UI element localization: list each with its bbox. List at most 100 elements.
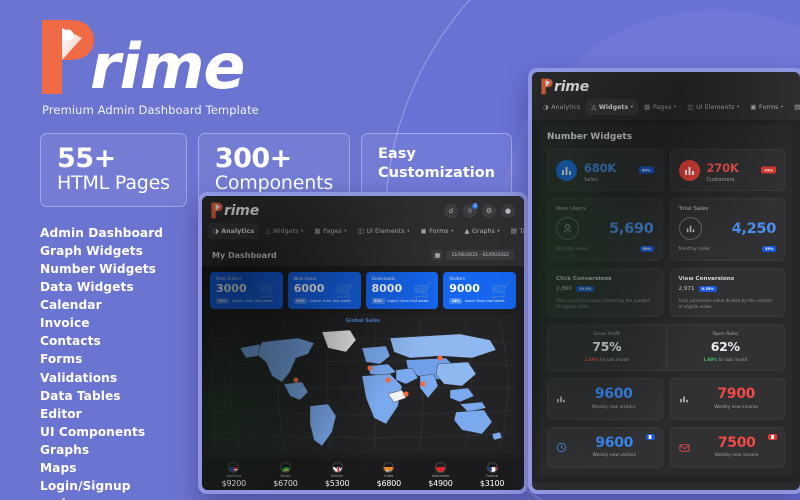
country-item-britain[interactable]: Britain $5300 — [325, 461, 350, 488]
conversion-card-click[interactable]: Click Conversions 2,860 29.5% Total conv… — [547, 268, 663, 318]
right-nav-more[interactable]: ▤ — [789, 99, 800, 115]
date-range-picker[interactable]: ▦ 11/06/2021 - 01/05/2022 — [431, 250, 514, 260]
nav-label: UI Elements — [366, 227, 405, 235]
shopping-cart-icon: 🛒 — [257, 281, 278, 300]
card-title: New Users — [556, 206, 586, 212]
bar-chart-icon — [678, 217, 702, 240]
stat-card-new-users[interactable]: New Users 6000 40% higher than last week… — [287, 272, 361, 309]
card-value: 5,690 — [609, 220, 654, 237]
conversions-row: Click Conversions 2,860 29.5% Total conv… — [547, 268, 785, 318]
mini-card-weekly-visitors-2[interactable]: 9600 Weekly new visitors █ — [547, 426, 663, 469]
center-nav-pages[interactable]: ▦ Pages ▾ — [309, 223, 351, 239]
stat-card-new-orders[interactable]: New Orders 3000 30% higher than last wee… — [210, 272, 283, 309]
mini-value: 9600 — [594, 386, 633, 403]
brand-logo: rime — [40, 18, 520, 104]
center-nav-widgets[interactable]: △ Widgets ▾ — [260, 223, 308, 239]
bar-chart-icon — [556, 159, 577, 181]
right-widgets-window[interactable]: rime ◑ Analytics △ Widgets ▾ ▦ Pages ▾ ◫… — [528, 68, 800, 494]
settings-gear-icon[interactable]: ⚙ — [482, 203, 496, 218]
country-item-india[interactable]: India $6800 — [376, 461, 402, 488]
center-logo[interactable]: rime — [211, 202, 259, 219]
right-nav-ui-elements[interactable]: ◫ UI Elements ▾ — [682, 99, 744, 115]
user-card-total-sales[interactable]: Total Sales 4,250 Monthly sales 35% — [669, 198, 785, 261]
easy-line-2: Customization — [378, 164, 496, 181]
notification-badge: 3 — [472, 202, 478, 209]
country-sales-row: America $9200 Brazil $6700 Britain $5300 — [202, 458, 524, 490]
bar-chart-icon — [679, 389, 689, 408]
stat-card-visitors[interactable]: Visitors 9000 18% lower than last week. … — [443, 272, 516, 309]
country-name: India — [384, 473, 394, 478]
center-nav-forms[interactable]: ▣ Forms ▾ — [416, 223, 459, 239]
kpi-value: 270K — [706, 161, 739, 175]
user-avatar[interactable]: ● — [501, 203, 515, 218]
mini-card-weekly-income[interactable]: 7900 Weekly new income — [669, 378, 785, 420]
nav-label: Analytics — [221, 227, 255, 235]
center-nav-tables[interactable]: ▤ Tables ▾ — [506, 223, 524, 239]
card-badge: 40% — [293, 297, 307, 304]
brand-name: rime — [90, 30, 245, 104]
country-name: Indonesia — [431, 473, 450, 478]
notification-bell-icon[interactable]: ☼ 3 — [463, 202, 478, 218]
world-map-svg — [210, 313, 516, 454]
chart-tag-icon: █ — [645, 433, 655, 440]
flag-india-icon — [383, 461, 395, 473]
right-nav-pages[interactable]: ▦ Pages ▾ — [639, 99, 681, 115]
card-title: Total Sales — [678, 206, 709, 212]
bar-chart-icon — [556, 389, 566, 408]
mini-card-row-1: 9600 Weekly new visitors 7900 Weekly new… — [547, 378, 785, 420]
mini-value: 7900 — [717, 386, 756, 403]
map-marker — [437, 354, 443, 361]
user-card-new-users[interactable]: New Users 5,690 Monthly users 50% — [547, 198, 663, 261]
profit-ratio-card[interactable]: Gross Profit 75% 1.89% for last month Op… — [547, 324, 785, 372]
stat-card-downloads[interactable]: Downloads 8000 35% higher than last week… — [365, 272, 439, 309]
number-widgets-panel: Number Widgets 680K Sales 60% 270K Custo… — [539, 125, 793, 477]
kpi-card-sales[interactable]: 680K Sales 60% — [547, 149, 663, 191]
country-value: $6700 — [273, 478, 298, 488]
mini-card-weekly-visitors[interactable]: 9600 Weekly new visitors — [547, 378, 663, 420]
kpi-badge: 60% — [638, 166, 654, 174]
conversion-card-view[interactable]: View Conversions 2,971 0.55% Total conve… — [669, 268, 785, 318]
right-nav[interactable]: ◑ Analytics △ Widgets ▾ ▦ Pages ▾ ◫ UI E… — [532, 99, 800, 120]
conversion-value: 2,971 — [678, 286, 695, 292]
kpi-card-customers[interactable]: 270K Customers 45% — [669, 149, 785, 191]
country-item-brazil[interactable]: Brazil $6700 — [273, 461, 298, 488]
mini-value: 7500 — [717, 434, 756, 451]
stat-box-html-pages: 55+ HTML Pages — [40, 133, 187, 207]
nav-label: Forms — [429, 227, 449, 235]
nav-label: Analytics — [551, 103, 581, 111]
country-value: $6800 — [376, 478, 402, 488]
mini-label: Weekly new income — [714, 453, 759, 459]
flag-america-icon — [228, 461, 240, 473]
center-nav-graphs[interactable]: ▲ Graphs ▾ — [459, 223, 504, 239]
center-nav-analytics[interactable]: ◑ Analytics — [208, 223, 260, 239]
shopping-cart-icon: 🛒 — [335, 281, 356, 300]
mini-label: Weekly new visitors — [592, 453, 637, 459]
widgets-icon: △ — [591, 103, 597, 111]
chevron-down-icon: ▾ — [300, 228, 304, 234]
conversion-description: Total conversion value divided by the nu… — [678, 298, 773, 309]
center-dashboard-window[interactable]: rime ☌ ☼ 3 ⚙ ● ◑ Analytics △ Widgets ▾ ▦ … — [198, 192, 528, 494]
nav-label: Graphs — [472, 227, 495, 235]
chevron-down-icon: ▾ — [344, 228, 347, 234]
mail-tag-icon: █ — [768, 433, 777, 440]
global-sales-map[interactable]: Global Sales — [210, 313, 516, 454]
forms-icon: ▣ — [750, 103, 757, 111]
country-item-france[interactable]: France $3100 — [480, 461, 505, 488]
center-nav[interactable]: ◑ Analytics △ Widgets ▾ ▦ Pages ▾ ◫ UI E… — [202, 223, 524, 244]
chevron-down-icon: ▾ — [407, 228, 410, 234]
right-nav-analytics[interactable]: ◑ Analytics — [538, 99, 585, 115]
right-nav-widgets[interactable]: △ Widgets ▾ — [586, 99, 639, 115]
country-name: Britain — [331, 473, 344, 478]
center-nav-ui-elements[interactable]: ◫ UI Elements ▾ — [353, 223, 415, 239]
country-item-indonesia[interactable]: Indonesia $4900 — [428, 461, 453, 488]
widgets-icon: △ — [265, 227, 271, 235]
country-name: Brazil — [280, 473, 291, 478]
map-marker — [385, 376, 391, 383]
mini-card-weekly-income-2[interactable]: 7500 Weekly new income █ — [669, 426, 785, 469]
right-nav-forms[interactable]: ▣ Forms ▾ — [745, 99, 788, 115]
search-icon[interactable]: ☌ — [444, 203, 458, 218]
country-item-america[interactable]: America $9200 — [222, 461, 246, 488]
flag-france-icon — [486, 461, 498, 473]
profit-value: 62% — [710, 339, 740, 355]
right-logo[interactable]: rime — [541, 78, 589, 95]
